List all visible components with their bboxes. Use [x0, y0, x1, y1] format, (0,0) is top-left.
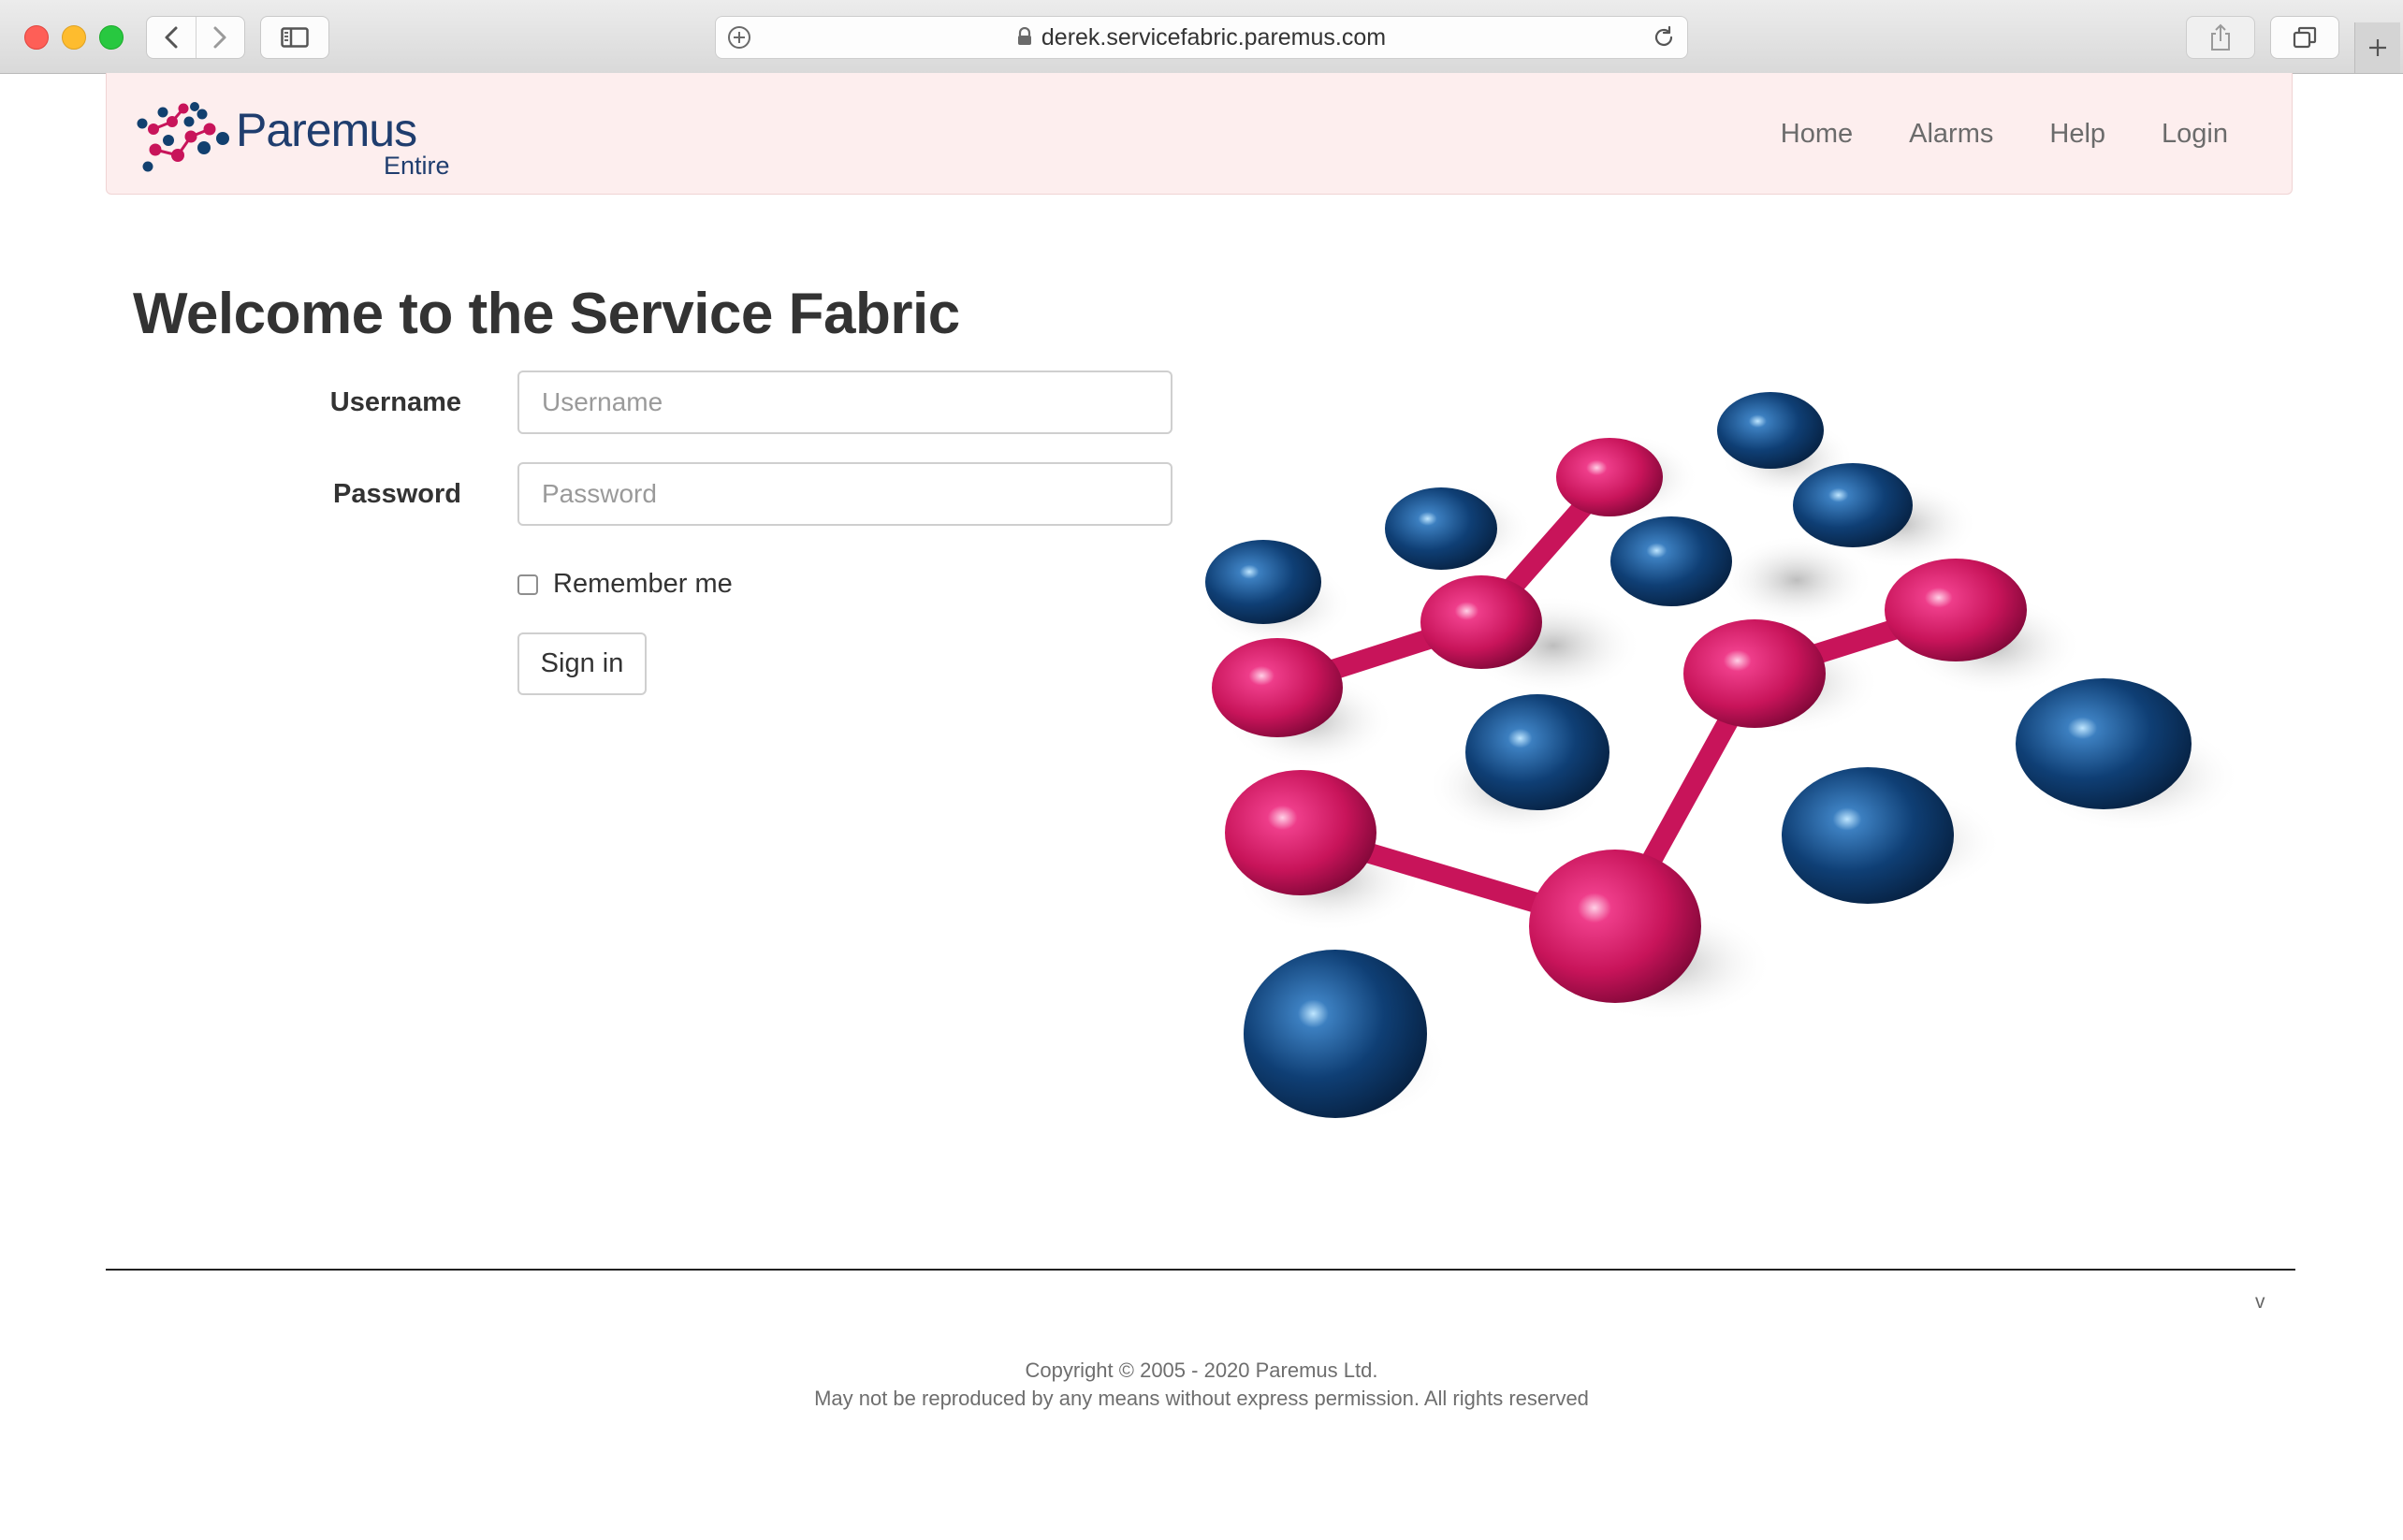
password-label: Password	[333, 479, 461, 509]
show-tabs-button[interactable]	[2270, 16, 2339, 59]
sign-in-button[interactable]: Sign in	[517, 632, 647, 695]
new-tab-icon	[2369, 39, 2386, 56]
forward-icon	[213, 26, 226, 49]
history-nav-group	[146, 16, 245, 59]
nav-link-help[interactable]: Help	[2049, 119, 2105, 150]
share-icon	[2211, 23, 2230, 51]
tabs-icon	[2293, 26, 2317, 49]
remember-me-row[interactable]: Remember me	[517, 569, 733, 600]
username-label: Username	[329, 387, 461, 417]
back-button[interactable]	[147, 17, 196, 58]
zoom-window-button[interactable]	[99, 25, 124, 50]
remember-me-label[interactable]: Remember me	[553, 569, 733, 600]
brand-logo[interactable]: Paremus Entire	[135, 101, 450, 180]
lock-icon	[1017, 27, 1031, 46]
close-window-button[interactable]	[24, 25, 49, 50]
reload-icon[interactable]	[1652, 25, 1676, 50]
rights-text: May not be reproduced by any means witho…	[814, 1387, 1589, 1410]
share-button[interactable]	[2186, 16, 2255, 59]
browser-toolbar: derek.servicefabric.paremus.com	[0, 0, 2403, 74]
url-display[interactable]: derek.servicefabric.paremus.com	[716, 17, 1687, 58]
minimize-window-button[interactable]	[62, 25, 86, 50]
forward-button[interactable]	[195, 17, 245, 58]
new-tab-button[interactable]	[2354, 22, 2400, 73]
sidebar-toggle-button[interactable]	[260, 16, 329, 59]
nav-link-home[interactable]: Home	[1781, 119, 1853, 150]
brand-subtitle: Entire	[384, 152, 450, 180]
service-fabric-graphic	[1202, 392, 2241, 1124]
nav-link-alarms[interactable]: Alarms	[1909, 119, 1993, 150]
password-input[interactable]	[517, 462, 1172, 526]
page-title: Welcome to the Service Fabric	[133, 282, 960, 346]
version-label: v	[2255, 1291, 2265, 1313]
sidebar-icon	[281, 27, 309, 48]
brand-name: Paremus	[236, 104, 417, 156]
username-input[interactable]	[517, 370, 1172, 434]
site-navbar: Paremus Entire Home Alarms Help Login	[106, 73, 2293, 195]
copyright-text: Copyright © 2005 - 2020 Paremus Ltd.	[1025, 1358, 1378, 1382]
main-nav: Home Alarms Help Login	[1725, 73, 2228, 195]
paremus-logo-icon	[137, 102, 229, 172]
nav-link-login[interactable]: Login	[2162, 119, 2228, 150]
remember-me-checkbox[interactable]	[517, 574, 538, 595]
url-text: derek.servicefabric.paremus.com	[1041, 24, 1387, 51]
back-icon	[165, 26, 178, 49]
address-bar[interactable]: derek.servicefabric.paremus.com	[715, 16, 1688, 59]
footer-divider	[106, 1269, 2295, 1271]
